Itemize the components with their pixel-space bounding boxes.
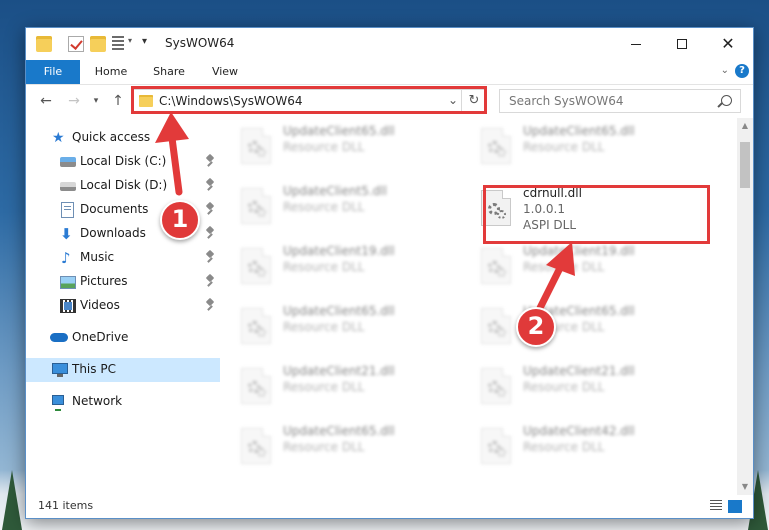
step-1-badge: 1 [160,200,200,240]
arrow-2-line [536,264,564,312]
arrow-1-head [155,112,189,143]
annotation-arrows [155,112,575,312]
step-2-badge: 2 [516,307,556,347]
arrow-1-line [168,134,183,196]
